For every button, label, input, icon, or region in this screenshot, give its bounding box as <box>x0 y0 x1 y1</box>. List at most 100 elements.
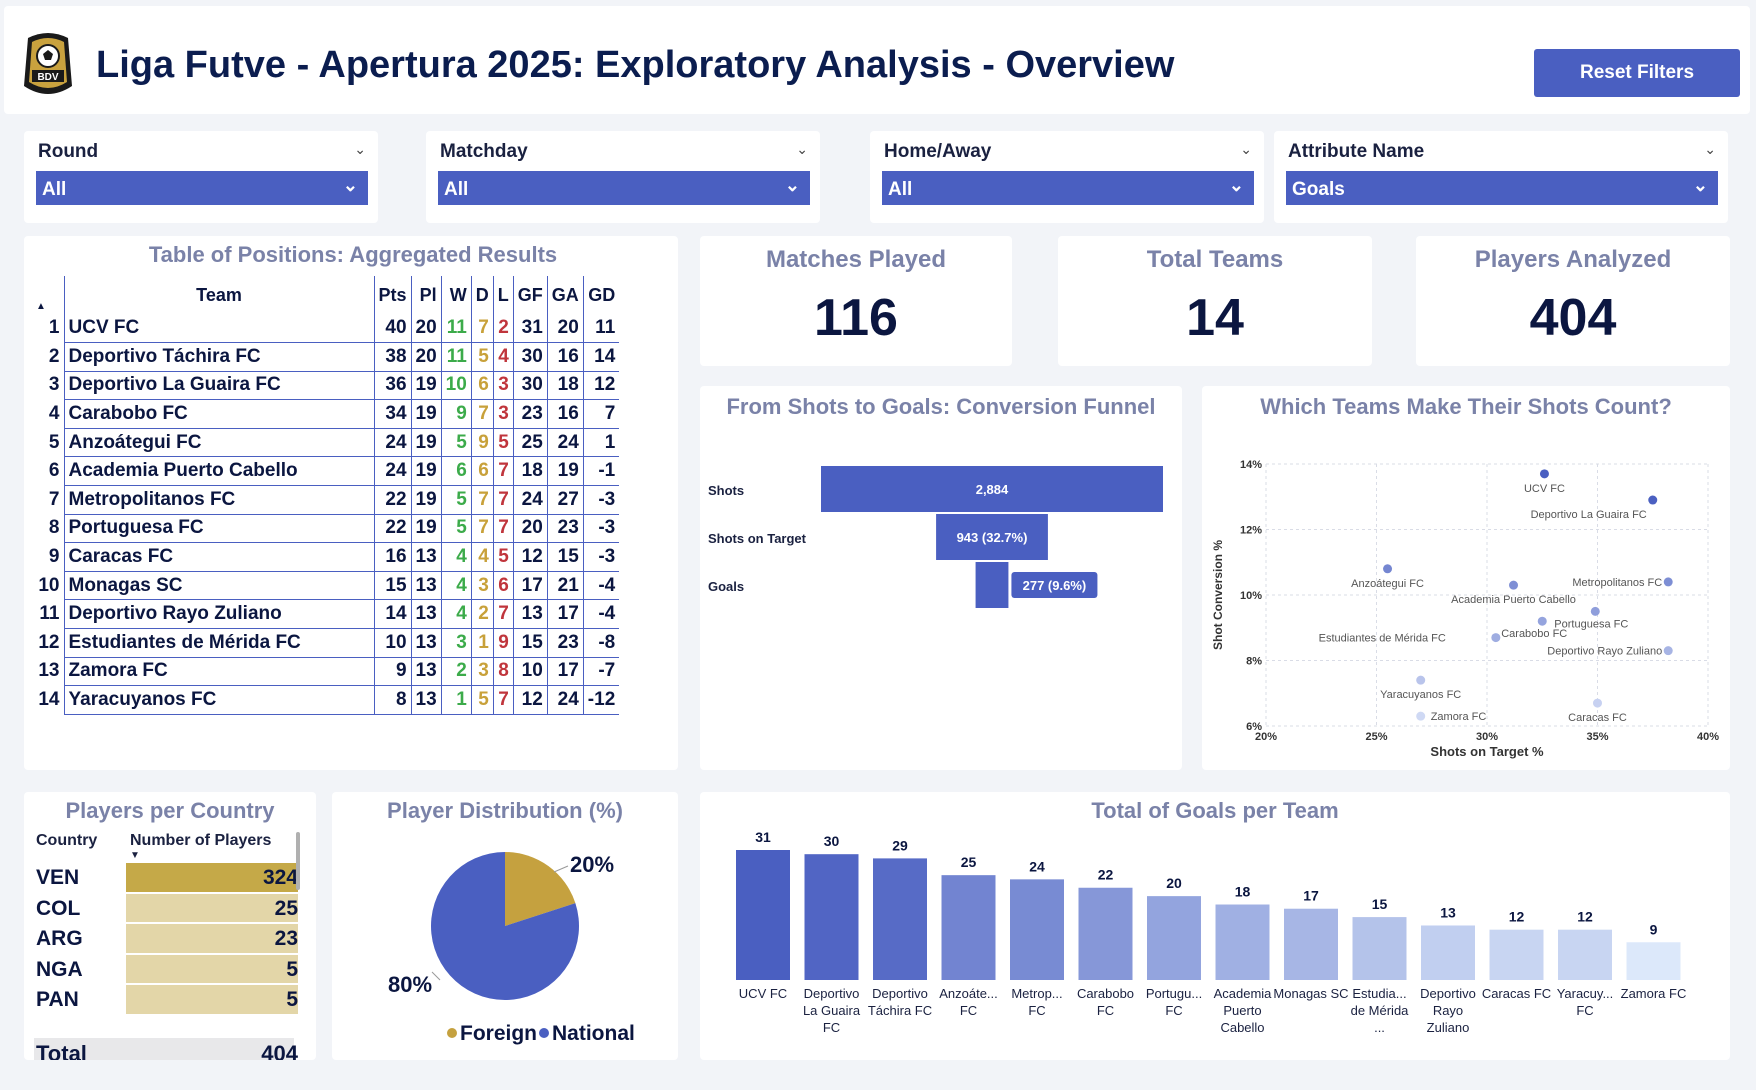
column-header-ga[interactable]: GA <box>547 276 584 314</box>
table-row[interactable]: 7 Metropolitanos FC 22 19 5 7 7 24 27 -3 <box>32 485 620 515</box>
x-tick-label: Monagas SC <box>1273 986 1348 1001</box>
team-cell: Estudiantes de Mérida FC <box>63 628 375 658</box>
scatter-point[interactable] <box>1383 564 1393 574</box>
d-cell: 4 <box>471 542 494 572</box>
goal-bar[interactable] <box>1558 929 1612 980</box>
player-count: 25 <box>274 896 298 920</box>
scatter-point[interactable] <box>1416 675 1426 685</box>
player-count: 5 <box>286 957 298 981</box>
scatter-point[interactable] <box>1590 606 1600 616</box>
goal-bar[interactable] <box>1147 896 1201 980</box>
goals-bar-chart: 31 UCV FC 30 Deportivo La Guaira FC 29 Deportiv… <box>736 829 1686 1035</box>
filter-attribute-name: Attribute Name ⌄ Goals ⌄ <box>1274 131 1728 223</box>
column-header-gf[interactable]: GF <box>513 276 548 314</box>
chevron-down-icon[interactable]: ⌄ <box>796 141 808 158</box>
chevron-down-icon[interactable]: ⌄ <box>1240 141 1252 158</box>
label-leader <box>553 865 569 873</box>
table-row[interactable]: 10 Monagas SC 15 13 4 3 6 17 21 -4 <box>32 571 620 601</box>
funnel-bar[interactable] <box>975 562 1009 608</box>
scatter-point[interactable] <box>1593 698 1602 708</box>
chevron-down-icon[interactable]: ⌄ <box>354 141 366 158</box>
table-row[interactable]: 12 Estudiantes de Mérida FC 10 13 3 1 9 15 23 -8 <box>32 628 620 658</box>
goal-bar[interactable] <box>1626 942 1681 980</box>
table-row[interactable]: 13 Zamora FC 9 13 2 3 8 10 17 -7 <box>32 657 620 687</box>
list-item[interactable]: PAN 5 <box>34 984 298 1015</box>
scatter-point[interactable] <box>1509 580 1519 590</box>
goal-bar[interactable] <box>941 875 996 980</box>
chevron-down-icon: ⌄ <box>342 175 358 195</box>
chevron-down-icon: ⌄ <box>1692 175 1708 195</box>
gd-cell: -1 <box>583 456 620 487</box>
y-tick-label: 8% <box>1246 656 1262 668</box>
list-item[interactable]: VEN 324 <box>34 862 298 893</box>
players-per-country-panel: Players per Country Country Number of Pl… <box>24 792 316 1060</box>
goal-bar[interactable] <box>1352 917 1407 980</box>
list-item[interactable]: NGA 5 <box>34 954 298 985</box>
scatter-point[interactable] <box>1648 495 1658 505</box>
reset-filters-button[interactable]: Reset Filters <box>1534 49 1740 97</box>
column-header-w[interactable]: W <box>441 276 472 314</box>
list-item[interactable]: COL 25 <box>34 893 298 924</box>
pts-cell: 16 <box>374 542 412 572</box>
column-header-country[interactable]: Country <box>36 832 97 850</box>
legend-item[interactable]: Foreign <box>460 1022 537 1045</box>
column-header-l[interactable]: L <box>493 276 514 314</box>
goal-bar[interactable] <box>873 858 927 980</box>
scatter-point[interactable] <box>1416 711 1426 721</box>
scatter-point[interactable] <box>1663 646 1673 656</box>
goal-bar[interactable] <box>1284 908 1338 980</box>
gf-cell: 23 <box>513 399 548 429</box>
goal-bar[interactable] <box>1215 904 1270 980</box>
table-row[interactable]: 11 Deportivo Rayo Zuliano 14 13 4 2 7 13 17 -4 <box>32 599 620 630</box>
column-header-players[interactable]: Number of Players <box>130 832 271 850</box>
scatter-point[interactable] <box>1663 577 1673 587</box>
scrollbar[interactable] <box>296 832 300 890</box>
table-row[interactable]: 2 Deportivo Táchira FC 38 20 11 5 4 30 16 14 <box>32 342 620 372</box>
table-row[interactable]: 9 Caracas FC 16 13 4 4 5 12 15 -3 <box>32 542 620 572</box>
scatter-point[interactable] <box>1491 633 1501 643</box>
column-header-pl[interactable]: Pl <box>411 276 442 314</box>
column-header-d[interactable]: D <box>471 276 494 314</box>
table-row[interactable]: 4 Carabobo FC 34 19 9 7 3 23 16 7 <box>32 399 620 429</box>
dropdown-value: All <box>42 179 67 200</box>
position-cell: 13 <box>38 660 60 682</box>
table-row[interactable]: 8 Portuguesa FC 22 19 5 7 7 20 23 -3 <box>32 514 620 544</box>
goal-bar[interactable] <box>1010 879 1064 980</box>
team-cell: Zamora FC <box>63 657 375 687</box>
attribute-dropdown[interactable]: Goals ⌄ <box>1286 171 1718 205</box>
bar-data-label: 24 <box>1029 858 1045 874</box>
ga-cell: 16 <box>547 399 584 429</box>
gd-cell: -4 <box>583 599 620 630</box>
legend-item[interactable]: National <box>552 1022 635 1045</box>
gf-cell: 12 <box>513 685 548 715</box>
sort-indicator[interactable]: ▲ <box>32 276 64 314</box>
table-row[interactable]: 14 Yaracuyanos FC 8 13 1 5 7 12 24 -12 <box>32 685 620 715</box>
goal-bar[interactable] <box>736 850 790 980</box>
scatter-point[interactable] <box>1537 616 1547 626</box>
chevron-down-icon[interactable]: ⌄ <box>1704 141 1716 158</box>
goal-bar[interactable] <box>1078 887 1133 980</box>
table-row[interactable]: 5 Anzoátegui FC 24 19 5 9 5 25 24 1 <box>32 428 620 458</box>
sort-down-icon[interactable]: ▼ <box>130 850 140 861</box>
ga-cell: 17 <box>547 657 584 687</box>
goal-bar[interactable] <box>1489 929 1544 980</box>
goal-bar[interactable] <box>1421 925 1475 980</box>
country-title: Players per Country <box>65 798 275 823</box>
scatter-point[interactable] <box>1539 469 1549 479</box>
x-tick-label: Portugu... <box>1146 986 1202 1001</box>
list-item[interactable]: ARG 23 <box>34 923 298 954</box>
table-row[interactable]: 6 Academia Puerto Cabello 24 19 6 6 7 18 19 -1 <box>32 456 620 487</box>
pts-cell: 9 <box>374 657 412 687</box>
column-header-gd[interactable]: GD <box>583 276 619 314</box>
home-away-dropdown[interactable]: All ⌄ <box>882 171 1254 205</box>
table-row[interactable]: 1 UCV FC 40 20 11 7 2 31 20 11 <box>32 314 620 344</box>
d-cell: 3 <box>471 571 494 601</box>
goal-bar[interactable] <box>804 854 859 980</box>
matchday-dropdown[interactable]: All ⌄ <box>438 171 810 205</box>
column-header-team[interactable]: Team <box>63 276 375 314</box>
kpi-label: Total Teams <box>1146 246 1284 273</box>
column-header-pts[interactable]: Pts <box>374 276 412 314</box>
country-bar <box>126 893 298 922</box>
table-row[interactable]: 3 Deportivo La Guaira FC 36 19 10 6 3 30 18 12 <box>32 371 620 401</box>
round-dropdown[interactable]: All ⌄ <box>36 171 368 205</box>
